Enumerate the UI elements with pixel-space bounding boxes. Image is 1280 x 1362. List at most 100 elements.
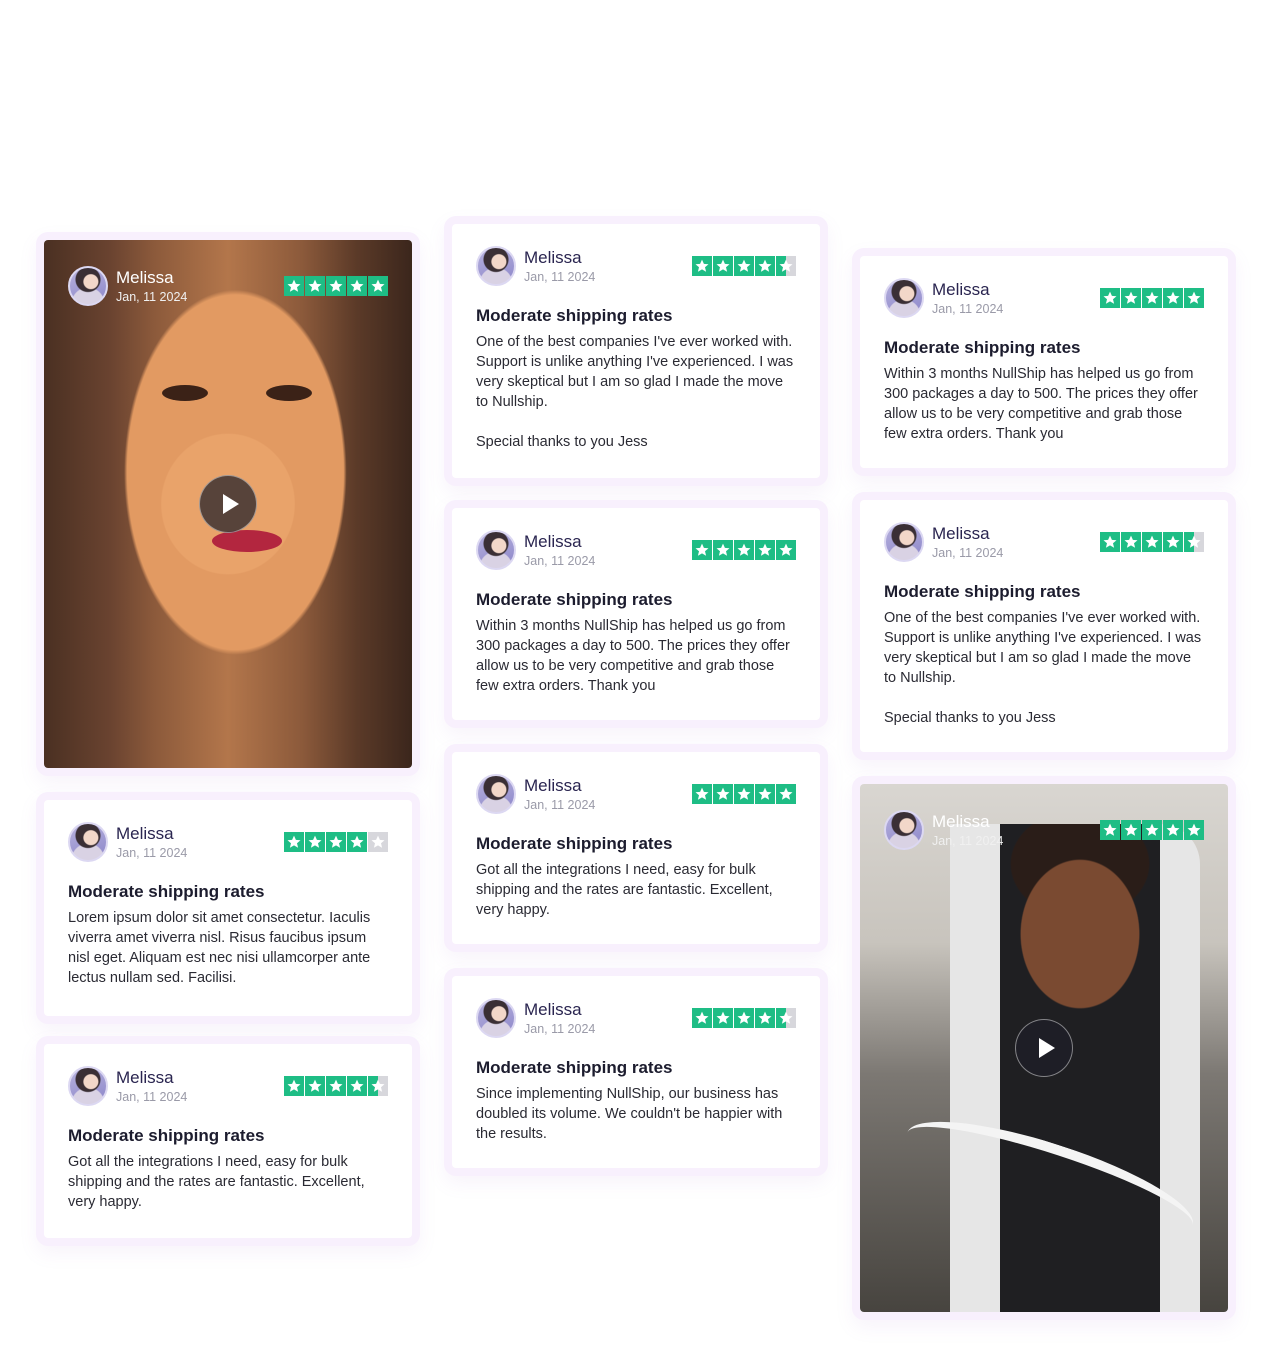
review-header: Melissa Jan, 11 2024 (68, 264, 388, 308)
review-header: Melissa Jan, 11 2024 (68, 1064, 388, 1108)
star-icon (692, 540, 712, 560)
star-icon (1184, 532, 1204, 552)
review-title: Moderate shipping rates (476, 590, 673, 609)
star-icon (1142, 820, 1162, 840)
star-icon (1100, 820, 1120, 840)
review-date: Jan, 11 2024 (116, 1089, 188, 1104)
star-rating (1100, 820, 1204, 840)
avatar (476, 246, 516, 286)
star-icon (1163, 288, 1183, 308)
play-button[interactable] (199, 475, 257, 533)
review-paragraph: Special thanks to you Jess (476, 434, 648, 450)
review-date: Jan, 11 2024 (116, 845, 188, 860)
star-icon (347, 276, 367, 296)
review-header: Melissa Jan, 11 2024 (884, 808, 1204, 852)
review-paragraph: One of the best companies I've ever work… (476, 334, 794, 410)
avatar (476, 774, 516, 814)
review-body: Got all the integrations I need, easy fo… (68, 1152, 388, 1212)
star-icon (1121, 288, 1141, 308)
star-icon (734, 1008, 754, 1028)
review-title: Moderate shipping rates (476, 834, 673, 853)
review-paragraph: Within 3 months NullShip has helped us g… (884, 366, 1198, 442)
review-header: Melissa Jan, 11 2024 (476, 772, 796, 816)
star-icon (1100, 288, 1120, 308)
review-body: One of the best companies I've ever work… (476, 332, 796, 452)
star-icon (347, 1076, 367, 1096)
review-body: Within 3 months NullShip has helped us g… (476, 616, 796, 696)
star-icon (1163, 532, 1183, 552)
star-icon (776, 784, 796, 804)
star-rating (284, 1076, 388, 1096)
star-icon (776, 256, 796, 276)
star-icon (776, 1008, 796, 1028)
review-paragraph: Got all the integrations I need, easy fo… (68, 1154, 365, 1210)
star-icon (1142, 532, 1162, 552)
review-date: Jan, 11 2024 (524, 1021, 596, 1036)
video-review-card[interactable]: Melissa Jan, 11 2024 (852, 776, 1236, 1320)
review-paragraph: Special thanks to you Jess (884, 710, 1056, 726)
avatar (884, 522, 924, 562)
star-icon (692, 256, 712, 276)
star-icon (368, 276, 388, 296)
star-icon (368, 1076, 388, 1096)
video-frame-detail (266, 385, 312, 401)
review-date: Jan, 11 2024 (524, 797, 596, 812)
star-icon (305, 832, 325, 852)
review-body: Got all the integrations I need, easy fo… (476, 860, 796, 920)
avatar (68, 1066, 108, 1106)
star-icon (1163, 820, 1183, 840)
star-icon (755, 256, 775, 276)
star-icon (326, 1076, 346, 1096)
review-body: Since implementing NullShip, our busines… (476, 1084, 796, 1144)
avatar (476, 530, 516, 570)
review-header: Melissa Jan, 11 2024 (884, 276, 1204, 320)
reviewer-name: Melissa (524, 999, 582, 1019)
star-icon (305, 1076, 325, 1096)
star-rating (1100, 532, 1204, 552)
star-icon (284, 276, 304, 296)
reviewer-name: Melissa (116, 267, 174, 287)
review-card: Melissa Jan, 11 2024 Moderate shipping r… (444, 500, 828, 728)
review-title: Moderate shipping rates (884, 582, 1081, 601)
video-thumbnail[interactable]: Melissa Jan, 11 2024 (44, 240, 412, 768)
star-icon (1100, 532, 1120, 552)
review-title: Moderate shipping rates (476, 1058, 673, 1077)
star-icon (1121, 820, 1141, 840)
review-card: Melissa Jan, 11 2024 Moderate shipping r… (852, 248, 1236, 476)
video-frame-detail (162, 385, 208, 401)
star-icon (755, 540, 775, 560)
review-date: Jan, 11 2024 (116, 289, 188, 304)
review-card: Melissa Jan, 11 2024 Moderate shipping r… (444, 216, 828, 486)
video-thumbnail[interactable]: Melissa Jan, 11 2024 (860, 784, 1228, 1312)
star-icon (755, 1008, 775, 1028)
star-rating (284, 276, 388, 296)
review-header: Melissa Jan, 11 2024 (476, 244, 796, 288)
review-card: Melissa Jan, 11 2024 Moderate shipping r… (444, 968, 828, 1176)
review-title: Moderate shipping rates (476, 306, 673, 325)
star-icon (713, 784, 733, 804)
star-icon (1184, 288, 1204, 308)
review-card: Melissa Jan, 11 2024 Moderate shipping r… (36, 1036, 420, 1246)
video-frame-detail (212, 530, 282, 552)
star-icon (1121, 532, 1141, 552)
review-date: Jan, 11 2024 (932, 545, 1004, 560)
review-paragraph: One of the best companies I've ever work… (884, 610, 1202, 686)
star-rating (692, 784, 796, 804)
star-icon (284, 1076, 304, 1096)
reviewer-name: Melissa (524, 247, 582, 267)
star-icon (1184, 820, 1204, 840)
star-icon (347, 832, 367, 852)
star-icon (1142, 288, 1162, 308)
video-review-card[interactable]: Melissa Jan, 11 2024 (36, 232, 420, 776)
star-icon (692, 784, 712, 804)
star-icon (284, 832, 304, 852)
reviewer-name: Melissa (116, 823, 174, 843)
review-body: Within 3 months NullShip has helped us g… (884, 364, 1204, 444)
review-card: Melissa Jan, 11 2024 Moderate shipping r… (36, 792, 420, 1024)
star-icon (755, 784, 775, 804)
play-button[interactable] (1015, 1019, 1073, 1077)
reviewer-name: Melissa (524, 775, 582, 795)
star-icon (692, 1008, 712, 1028)
star-icon (734, 540, 754, 560)
review-header: Melissa Jan, 11 2024 (884, 520, 1204, 564)
